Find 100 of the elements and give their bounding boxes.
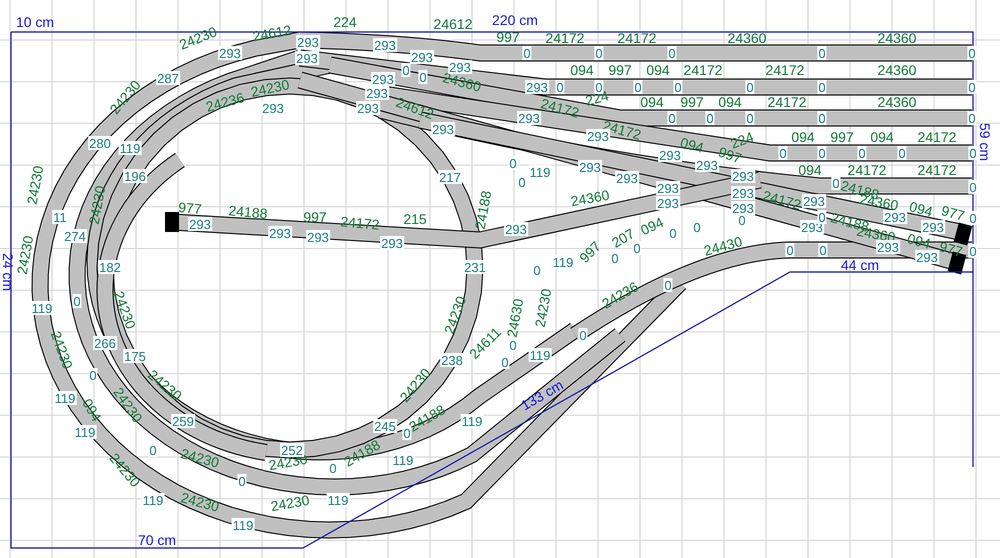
height-label: 175 xyxy=(123,349,147,363)
height-label: 293 xyxy=(615,171,639,185)
track-number: 24230 xyxy=(24,164,46,206)
height-label: 293 xyxy=(431,122,455,136)
track-number: 24172 xyxy=(768,95,806,109)
track-number: 24230 xyxy=(532,288,554,328)
track-number: 094 xyxy=(870,130,894,144)
height-label: 0 xyxy=(508,338,518,352)
height-label: 293 xyxy=(656,196,680,210)
track-number: 094 xyxy=(908,199,934,219)
track-number: 24230 xyxy=(442,294,468,336)
height-label: 0 xyxy=(610,251,620,265)
height-label: 0 xyxy=(401,63,411,77)
height-label: 293 xyxy=(695,158,719,172)
height-label: 293 xyxy=(296,35,320,49)
height-label: 119 xyxy=(142,493,164,507)
height-label: 119 xyxy=(460,414,484,428)
track-number: 24360 xyxy=(878,95,916,109)
height-label: 0 xyxy=(968,211,978,225)
track-number: 24360 xyxy=(878,31,916,45)
height-label: 217 xyxy=(438,170,462,184)
height-label: 293 xyxy=(883,210,907,224)
height-label: 293 xyxy=(371,72,395,86)
track-number: 24172 xyxy=(546,31,584,45)
height-label: 0 xyxy=(500,355,510,369)
height-label: 0 xyxy=(418,70,428,84)
height-label: 293 xyxy=(578,160,602,174)
height-label: 0 xyxy=(897,146,907,160)
height-label: 293 xyxy=(525,80,549,94)
height-label: 293 xyxy=(915,250,939,264)
track-number: 224 xyxy=(728,129,756,151)
height-label: 293 xyxy=(517,111,541,125)
height-label: 119 xyxy=(30,301,54,315)
height-label: 11 xyxy=(52,210,68,224)
height-label: 259 xyxy=(171,414,195,428)
height-label: 0 xyxy=(88,368,98,382)
height-label: 0 xyxy=(968,180,978,194)
height-label: 0 xyxy=(328,461,338,475)
track-number: 24612 xyxy=(252,22,292,44)
height-label: 119 xyxy=(326,493,350,507)
height-label: 293 xyxy=(365,86,389,100)
height-label: 0 xyxy=(72,294,82,308)
track-number: 24230 xyxy=(177,24,219,52)
height-label: 0 xyxy=(632,241,642,255)
height-label: 0 xyxy=(667,111,677,125)
height-label: 119 xyxy=(528,165,552,179)
track-number: 24188 xyxy=(228,203,268,221)
track-number: 24188 xyxy=(472,190,494,230)
track-number: 094 xyxy=(570,63,594,77)
track-number: 24172 xyxy=(340,214,380,232)
height-label: 274 xyxy=(63,229,87,243)
buffer-stop xyxy=(165,212,179,232)
track-number: 24172 xyxy=(918,163,956,177)
track-number: 24172 xyxy=(684,63,722,77)
track-number: 215 xyxy=(403,212,427,226)
track-number: 094 xyxy=(640,95,664,109)
dimension-label: 24 cm xyxy=(1,252,15,292)
track-number: 24230 xyxy=(250,77,290,99)
height-label: 293 xyxy=(504,222,528,236)
track-number: 24230 xyxy=(179,490,221,514)
height-label: 293 xyxy=(373,38,397,52)
height-label: 0 xyxy=(818,243,828,257)
height-label: 0 xyxy=(594,46,604,60)
height-label: 238 xyxy=(440,353,464,367)
height-label: 293 xyxy=(876,240,900,254)
track-number: 24230 xyxy=(179,446,221,470)
track-number: 997 xyxy=(608,63,632,77)
height-label: 287 xyxy=(156,71,180,85)
height-label: 0 xyxy=(578,328,588,342)
height-label: 119 xyxy=(552,255,574,269)
track-number: 24172 xyxy=(848,163,886,177)
height-label: 293 xyxy=(306,230,330,244)
height-label: 0 xyxy=(673,80,683,94)
track-number: 24230 xyxy=(48,329,76,371)
track-number: 094 xyxy=(798,163,822,177)
height-label: 0 xyxy=(968,146,978,160)
track-number: 094 xyxy=(80,396,104,424)
track-number: 24230 xyxy=(86,184,108,226)
height-label: 0 xyxy=(633,80,643,94)
track-number: 977 xyxy=(940,203,966,223)
height-label: 293 xyxy=(448,60,472,74)
track-number: 997 xyxy=(680,95,704,109)
height-label: 0 xyxy=(817,80,827,94)
height-label: 0 xyxy=(517,175,527,189)
height-label: 293 xyxy=(188,217,212,231)
height-label: 0 xyxy=(745,80,755,94)
height-label: 293 xyxy=(268,226,292,240)
height-label: 0 xyxy=(967,46,977,60)
height-label: 0 xyxy=(745,111,755,125)
height-label: 293 xyxy=(356,101,380,115)
height-label: 293 xyxy=(658,148,682,162)
height-label: 119 xyxy=(232,518,254,532)
height-label: 293 xyxy=(410,50,434,64)
height-label: 0 xyxy=(967,80,977,94)
track-number: 977 xyxy=(178,200,202,216)
track-number: 24172 xyxy=(618,31,656,45)
height-label: 0 xyxy=(831,176,841,190)
height-label: 293 xyxy=(218,46,242,60)
height-label: 293 xyxy=(802,194,826,208)
height-label: 0 xyxy=(668,226,678,240)
